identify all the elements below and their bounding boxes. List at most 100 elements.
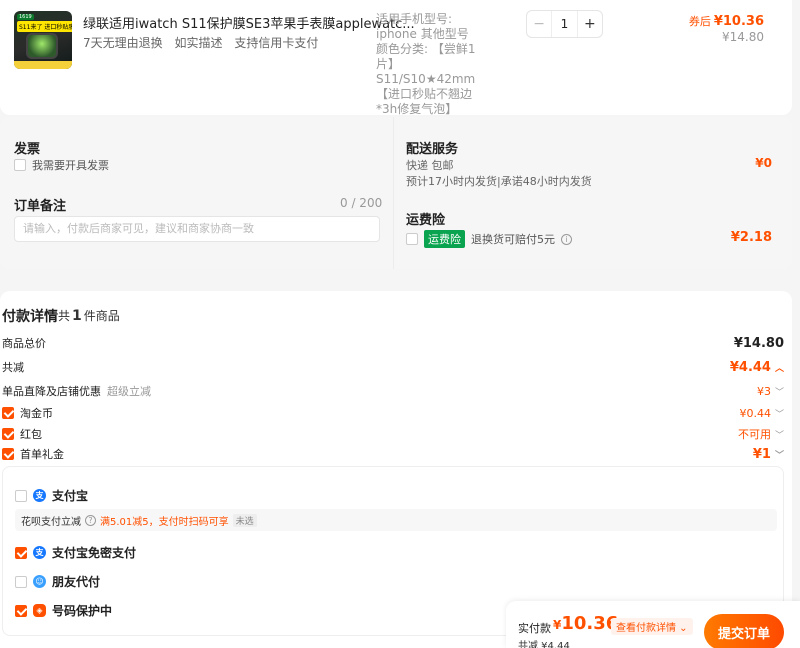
quantity-stepper: − 1 + xyxy=(526,10,603,38)
invoice-heading: 发票 xyxy=(14,142,41,157)
watch-image xyxy=(26,33,58,59)
order-options: 发票 我需要开具发票 订单备注 0 / 200 请输入，付款后商家可见，建议和商… xyxy=(0,117,792,269)
guarantee-return: 7天无理由退换 xyxy=(83,36,163,50)
discount-total-value: ¥4.44 xyxy=(729,359,771,375)
thumb-banner: S11来了 进口秒贴膜 xyxy=(17,21,72,32)
info-icon[interactable]: ? xyxy=(85,514,96,526)
price-original: ¥14.80 xyxy=(722,30,764,44)
count-prefix: 共 xyxy=(58,309,71,323)
insurance-fee: ¥2.18 xyxy=(730,230,772,245)
price-after-label: 券后 xyxy=(688,15,711,28)
checkout-bar: 实付款 ¥10.36 查看付款详情 ⌄ 共减 ¥4.44 提交订单 xyxy=(506,601,800,648)
delivery-heading: 配送服务 xyxy=(406,142,459,157)
discount-row[interactable]: 共减 ¥4.44 ︿ xyxy=(2,359,786,375)
goods-total-row: 商品总价 ¥14.80 xyxy=(2,335,786,351)
shop-discount-sub: 超级立减 xyxy=(107,385,151,398)
first-gift-value: ¥1 xyxy=(752,446,771,462)
delivery-fee: ¥0 xyxy=(755,156,772,170)
redpack-value: 不可用 xyxy=(737,428,771,441)
shop-discount: ¥3 ﹀ xyxy=(757,385,784,398)
insurance-badge: 运费险 xyxy=(424,230,465,248)
paid-label: 实付款 xyxy=(518,622,551,635)
chevron-up-icon[interactable]: ︿ xyxy=(775,361,784,374)
alipay-nopwd-checkbox[interactable] xyxy=(15,546,27,559)
coins-checkbox[interactable] xyxy=(2,407,14,419)
first-gift-label: 首单礼金 xyxy=(20,448,64,461)
invoice-checkbox[interactable] xyxy=(14,159,26,171)
first-gift-checkbox[interactable] xyxy=(2,448,14,460)
coins: ¥0.44 ﹀ xyxy=(739,407,784,420)
number-protect-checkbox[interactable] xyxy=(15,604,27,617)
qty-plus-button[interactable]: + xyxy=(576,11,602,37)
chevron-down-icon[interactable]: ﹀ xyxy=(775,385,784,398)
note-char-count: 0 / 200 xyxy=(340,196,383,210)
huabei-promo: 满5.01减5，支付时扫码可享 xyxy=(100,516,229,528)
invoice-checkbox-row[interactable]: 我需要开具发票 xyxy=(14,157,109,173)
insurance-checkbox[interactable] xyxy=(406,233,418,245)
view-payment-details-button[interactable]: 查看付款详情 ⌄ xyxy=(611,618,693,635)
product-title[interactable]: 绿联适用iwatch S11保护膜SE3苹果手表膜applewatc... xyxy=(83,13,415,32)
order-note-input[interactable]: 请输入，付款后商家可见，建议和商家协商一致 xyxy=(14,216,380,242)
pay-option-friend[interactable]: ☺ 朋友代付 xyxy=(15,573,100,590)
first-gift: ¥1 ﹀ xyxy=(753,447,784,462)
note-heading: 订单备注 xyxy=(14,199,67,214)
alipay-icon: 支 xyxy=(33,489,46,502)
count-suffix: 件商品 xyxy=(83,309,120,323)
product-spec: 适用手机型号: iphone 其他型号 颜色分类: 【尝鲜1片】 S11/S10… xyxy=(376,12,476,116)
pay-option-alipay-nopwd[interactable]: 支 支付宝免密支付 xyxy=(15,544,136,561)
friend-pay-icon: ☺ xyxy=(33,575,46,588)
huabei-chip: 未选 xyxy=(232,513,257,527)
huabei-strip[interactable]: 花呗支付立减 ? 满5.01减5，支付时扫码可享 未选 xyxy=(15,509,777,531)
chevron-down-icon[interactable]: ﹀ xyxy=(775,407,784,420)
product-thumbnail[interactable]: 1619 S11来了 进口秒贴膜 xyxy=(14,11,72,69)
guarantee-describe: 如实描述 xyxy=(174,36,223,50)
goods-total-label: 商品总价 xyxy=(2,337,46,350)
payment-details: 付款详情 共 1 件商品 商品总价 ¥14.80 共减 ¥4.44 ︿ 单品直降及店… xyxy=(0,291,792,648)
divider xyxy=(393,117,394,269)
alipay-checkbox[interactable] xyxy=(15,489,27,502)
paid-amount: ¥10.36 xyxy=(553,613,618,634)
qty-minus-button[interactable]: − xyxy=(527,11,553,37)
chevron-down-icon[interactable]: ﹀ xyxy=(775,428,784,441)
product-guarantees: 7天无理由退换 如实描述 支持信用卡支付 xyxy=(83,34,326,51)
delivery-estimate: 预计17小时内发货|承诺48小时内发货 xyxy=(406,175,592,188)
coins-row[interactable]: 淘金币 ¥0.44 ﹀ xyxy=(2,405,786,421)
product-card: 1619 S11来了 进口秒贴膜 绿联适用iwatch S11保护膜SE3苹果手… xyxy=(0,0,792,116)
redpack-row[interactable]: 红包 不可用 ﹀ xyxy=(2,426,786,442)
thumb-tag: 1619 xyxy=(17,14,34,20)
coins-label: 淘金币 xyxy=(20,407,53,420)
alipay-label: 支付宝 xyxy=(52,489,89,503)
info-icon[interactable]: i xyxy=(561,233,572,245)
friend-pay-label: 朋友代付 xyxy=(52,575,101,589)
count-value: 1 xyxy=(72,308,82,324)
pay-option-number-protect[interactable]: ◈ 号码保护中 xyxy=(15,602,112,619)
redpack-checkbox[interactable] xyxy=(2,428,14,440)
insurance-row[interactable]: 运费险 退换货可赔付5元 i xyxy=(406,230,572,248)
submit-order-button[interactable]: 提交订单 xyxy=(704,614,784,648)
first-gift-row[interactable]: 首单礼金 ¥1 ﹀ xyxy=(2,446,786,462)
discount-label: 共减 xyxy=(2,361,24,374)
redpack: 不可用 ﹀ xyxy=(738,426,784,442)
huabei-label: 花呗支付立减 xyxy=(21,516,81,528)
alipay-nopwd-label: 支付宝免密支付 xyxy=(52,546,137,560)
price-after-coupon: 券后 ¥10.36 xyxy=(689,13,764,29)
invoice-checkbox-label: 我需要开具发票 xyxy=(32,159,109,172)
insurance-text: 退换货可赔付5元 xyxy=(471,233,555,246)
chevron-down-icon[interactable]: ﹀ xyxy=(775,448,784,461)
shop-discount-label: 单品直降及店铺优惠 xyxy=(2,385,101,398)
delivery-method: 快递 包邮 xyxy=(406,159,454,172)
shield-icon: ◈ xyxy=(33,604,46,617)
paid-amount-value: 10.36 xyxy=(561,613,619,634)
friend-pay-checkbox[interactable] xyxy=(15,575,27,588)
guarantee-credit: 支持信用卡支付 xyxy=(234,36,319,50)
price-after-value: ¥10.36 xyxy=(713,14,764,29)
insurance-heading: 运费险 xyxy=(406,213,446,228)
coins-value: ¥0.44 xyxy=(739,406,771,420)
thumb-footer-strip xyxy=(14,61,72,69)
shop-discount-row[interactable]: 单品直降及店铺优惠 超级立减 ¥3 ﹀ xyxy=(2,383,786,399)
qty-value[interactable]: 1 xyxy=(552,11,576,37)
shop-discount-value: ¥3 xyxy=(756,384,771,398)
pay-option-alipay[interactable]: 支 支付宝 xyxy=(15,487,88,504)
item-count: 共 1 件商品 xyxy=(58,307,120,324)
details-title: 付款详情 xyxy=(2,309,58,325)
